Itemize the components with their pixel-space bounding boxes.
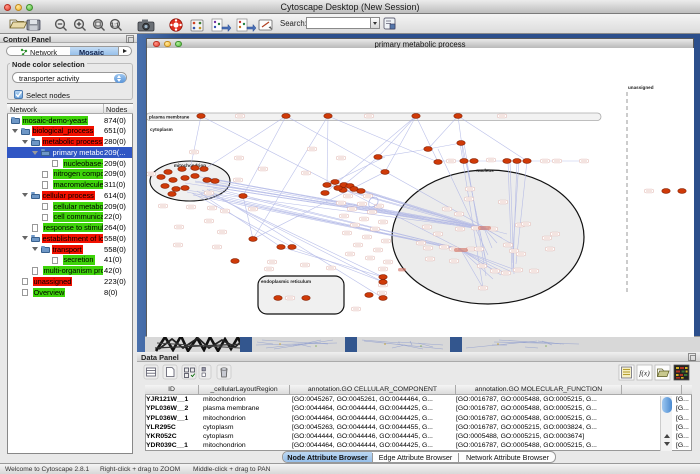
svg-text:f(x): f(x) — [639, 369, 650, 378]
svg-text:cytoplasm: cytoplasm — [150, 127, 173, 132]
svg-text:1:1: 1:1 — [111, 22, 119, 28]
svg-text:nucleus: nucleus — [476, 168, 494, 173]
svg-text:unassigned: unassigned — [628, 85, 654, 90]
svg-text:endoplasmic reticulum: endoplasmic reticulum — [261, 279, 311, 284]
svg-text:plasma membrane: plasma membrane — [149, 115, 190, 120]
